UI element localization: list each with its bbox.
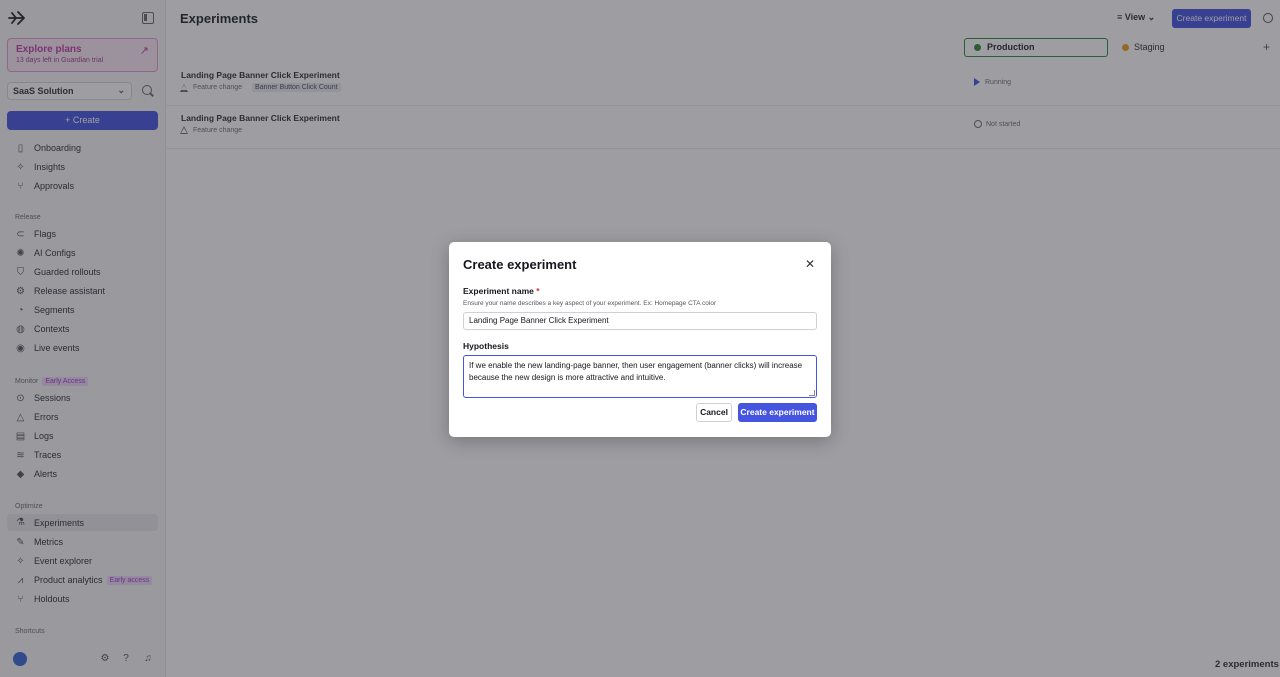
required-mark: * [536, 286, 540, 296]
dialog-title: Create experiment [463, 257, 577, 272]
resize-handle-icon[interactable] [809, 390, 815, 396]
name-label-text: Experiment name [463, 286, 534, 296]
hypothesis-label: Hypothesis [463, 341, 509, 351]
hypothesis-textarea[interactable]: If we enable the new landing-page banner… [463, 355, 817, 398]
hypothesis-text: If we enable the new landing-page banner… [469, 361, 803, 382]
experiment-name-field[interactable]: Landing Page Banner Click Experiment [463, 312, 817, 330]
cancel-button[interactable]: Cancel [696, 403, 732, 422]
submit-create-experiment-button[interactable]: Create experiment [738, 403, 817, 422]
experiment-name-label: Experiment name * [463, 286, 540, 296]
close-icon[interactable]: ✕ [804, 258, 816, 270]
experiment-name-help: Ensure your name describes a key aspect … [463, 300, 717, 307]
create-experiment-dialog: Create experiment ✕ Experiment name * En… [449, 242, 831, 437]
